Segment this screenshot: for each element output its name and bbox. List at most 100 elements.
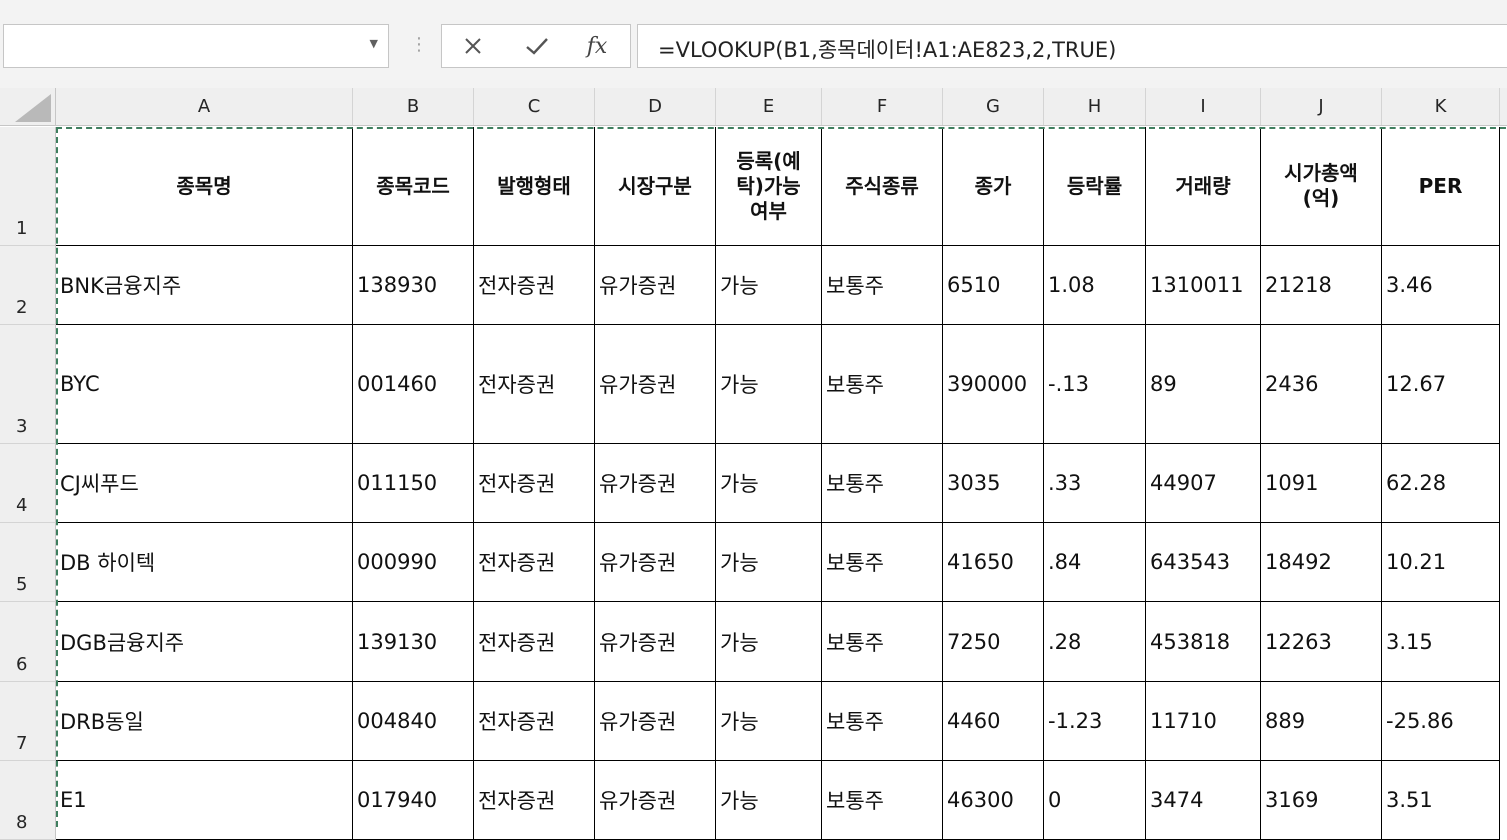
row-header-2[interactable]: 2 <box>0 246 56 325</box>
cell-f7[interactable]: 보통주 <box>822 682 943 761</box>
column-header-d[interactable]: D <box>595 88 716 125</box>
drag-handle-icon[interactable]: ⋮ <box>410 34 428 55</box>
cell-e2[interactable]: 가능 <box>716 246 822 325</box>
cell-g4[interactable]: 3035 <box>943 444 1044 523</box>
cell-c6[interactable]: 전자증권 <box>474 602 595 682</box>
cell-f2[interactable]: 보통주 <box>822 246 943 325</box>
cell-f1[interactable]: 주식종류 <box>822 127 943 246</box>
row-header-4[interactable]: 4 <box>0 444 56 523</box>
name-box[interactable]: ▼ <box>3 24 389 68</box>
cell-e3[interactable]: 가능 <box>716 325 822 444</box>
cell-c4[interactable]: 전자증권 <box>474 444 595 523</box>
cell-b1[interactable]: 종목코드 <box>353 127 474 246</box>
cell-d6[interactable]: 유가증권 <box>595 602 716 682</box>
cell-f4[interactable]: 보통주 <box>822 444 943 523</box>
cell-f6[interactable]: 보통주 <box>822 602 943 682</box>
cell-d7[interactable]: 유가증권 <box>595 682 716 761</box>
cell-h5[interactable]: .84 <box>1044 523 1146 602</box>
cell-i8[interactable]: 3474 <box>1146 761 1261 840</box>
cell-b5[interactable]: 000990 <box>353 523 474 602</box>
cell-b2[interactable]: 138930 <box>353 246 474 325</box>
cell-k4[interactable]: 62.28 <box>1382 444 1500 523</box>
cell-k7[interactable]: -25.86 <box>1382 682 1500 761</box>
cell-g3[interactable]: 390000 <box>943 325 1044 444</box>
row-header-8[interactable]: 8 <box>0 761 56 840</box>
cell-g1[interactable]: 종가 <box>943 127 1044 246</box>
cell-g7[interactable]: 4460 <box>943 682 1044 761</box>
column-header-k[interactable]: K <box>1382 88 1500 125</box>
cell-g5[interactable]: 41650 <box>943 523 1044 602</box>
cell-e5[interactable]: 가능 <box>716 523 822 602</box>
column-header-i[interactable]: I <box>1146 88 1261 125</box>
cell-j1[interactable]: 시가총액 (억) <box>1261 127 1382 246</box>
cell-a1[interactable]: 종목명 <box>56 127 353 246</box>
column-header-g[interactable]: G <box>943 88 1044 125</box>
chevron-down-icon[interactable]: ▼ <box>370 37 378 50</box>
cell-b4[interactable]: 011150 <box>353 444 474 523</box>
cell-f8[interactable]: 보통주 <box>822 761 943 840</box>
column-header-h[interactable]: H <box>1044 88 1146 125</box>
cell-i5[interactable]: 643543 <box>1146 523 1261 602</box>
column-header-f[interactable]: F <box>822 88 943 125</box>
cell-e8[interactable]: 가능 <box>716 761 822 840</box>
cell-b6[interactable]: 139130 <box>353 602 474 682</box>
row-header-5[interactable]: 5 <box>0 523 56 602</box>
cell-b3[interactable]: 001460 <box>353 325 474 444</box>
cell-h8[interactable]: 0 <box>1044 761 1146 840</box>
cell-h3[interactable]: -.13 <box>1044 325 1146 444</box>
cell-j8[interactable]: 3169 <box>1261 761 1382 840</box>
cell-c8[interactable]: 전자증권 <box>474 761 595 840</box>
cell-f3[interactable]: 보통주 <box>822 325 943 444</box>
cell-h4[interactable]: .33 <box>1044 444 1146 523</box>
cell-b7[interactable]: 004840 <box>353 682 474 761</box>
row-header-1[interactable]: 1 <box>0 127 56 246</box>
cell-k3[interactable]: 12.67 <box>1382 325 1500 444</box>
cell-a6[interactable]: DGB금융지주 <box>56 602 353 682</box>
cell-e4[interactable]: 가능 <box>716 444 822 523</box>
cell-d4[interactable]: 유가증권 <box>595 444 716 523</box>
column-header-e[interactable]: E <box>716 88 822 125</box>
cell-j2[interactable]: 21218 <box>1261 246 1382 325</box>
cell-k6[interactable]: 3.15 <box>1382 602 1500 682</box>
cell-g6[interactable]: 7250 <box>943 602 1044 682</box>
cell-d2[interactable]: 유가증권 <box>595 246 716 325</box>
cell-j3[interactable]: 2436 <box>1261 325 1382 444</box>
row-header-7[interactable]: 7 <box>0 682 56 761</box>
column-header-j[interactable]: J <box>1261 88 1382 125</box>
cancel-button[interactable] <box>458 31 488 61</box>
cell-k2[interactable]: 3.46 <box>1382 246 1500 325</box>
column-header-a[interactable]: A <box>56 88 353 125</box>
cell-e1[interactable]: 등록(예 탁)가능 여부 <box>716 127 822 246</box>
column-header-c[interactable]: C <box>474 88 595 125</box>
enter-button[interactable] <box>522 31 552 61</box>
cell-f5[interactable]: 보통주 <box>822 523 943 602</box>
cell-i1[interactable]: 거래량 <box>1146 127 1261 246</box>
insert-function-button[interactable]: fx <box>582 31 612 61</box>
cell-k1[interactable]: PER <box>1382 127 1500 246</box>
cell-a2[interactable]: BNK금융지주 <box>56 246 353 325</box>
cell-i7[interactable]: 11710 <box>1146 682 1261 761</box>
cell-k8[interactable]: 3.51 <box>1382 761 1500 840</box>
row-header-3[interactable]: 3 <box>0 325 56 444</box>
cell-j4[interactable]: 1091 <box>1261 444 1382 523</box>
cell-a4[interactable]: CJ씨푸드 <box>56 444 353 523</box>
cell-d3[interactable]: 유가증권 <box>595 325 716 444</box>
cell-b8[interactable]: 017940 <box>353 761 474 840</box>
cell-c1[interactable]: 발행형태 <box>474 127 595 246</box>
column-header-b[interactable]: B <box>353 88 474 125</box>
cell-h2[interactable]: 1.08 <box>1044 246 1146 325</box>
cell-c2[interactable]: 전자증권 <box>474 246 595 325</box>
select-all-button[interactable] <box>0 88 56 125</box>
cell-h6[interactable]: .28 <box>1044 602 1146 682</box>
cell-a8[interactable]: E1 <box>56 761 353 840</box>
cell-d8[interactable]: 유가증권 <box>595 761 716 840</box>
cell-i3[interactable]: 89 <box>1146 325 1261 444</box>
cell-c7[interactable]: 전자증권 <box>474 682 595 761</box>
cell-d5[interactable]: 유가증권 <box>595 523 716 602</box>
cell-h1[interactable]: 등락률 <box>1044 127 1146 246</box>
cell-k5[interactable]: 10.21 <box>1382 523 1500 602</box>
cell-e6[interactable]: 가능 <box>716 602 822 682</box>
cell-i2[interactable]: 1310011 <box>1146 246 1261 325</box>
cell-j5[interactable]: 18492 <box>1261 523 1382 602</box>
cell-j7[interactable]: 889 <box>1261 682 1382 761</box>
